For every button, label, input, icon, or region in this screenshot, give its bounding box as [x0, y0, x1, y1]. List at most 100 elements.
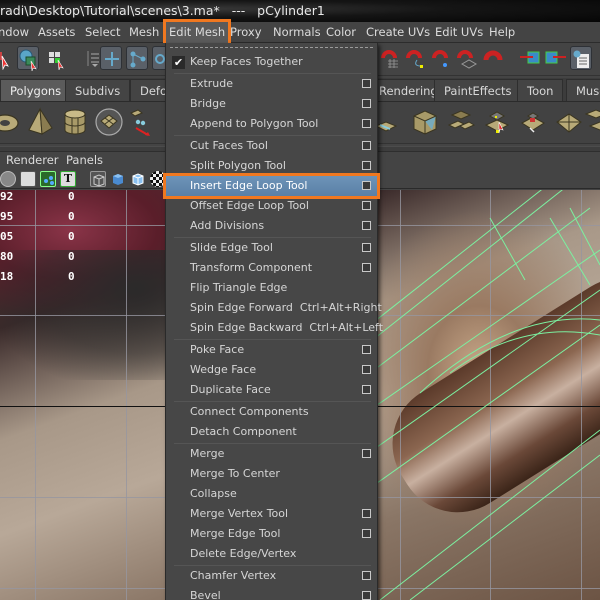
menu-item-offset-edge-loop-tool[interactable]: Offset Edge Loop Tool — [166, 196, 377, 216]
grid-toggle-icon[interactable] — [40, 171, 56, 187]
menu-select[interactable]: Select — [85, 22, 120, 43]
poly-pyramid-icon[interactable] — [25, 106, 55, 138]
menu-item-chamfer-vertex[interactable]: Chamfer Vertex — [166, 566, 377, 586]
menu-window[interactable]: ndow — [0, 22, 29, 43]
option-box-icon[interactable] — [362, 99, 371, 108]
menu-item-duplicate-face[interactable]: Duplicate Face — [166, 380, 377, 400]
menu-item-bridge[interactable]: Bridge — [166, 94, 377, 114]
option-box-icon[interactable] — [362, 449, 371, 458]
menu-item-collapse[interactable]: Collapse — [166, 484, 377, 504]
tab-polygons[interactable]: Polygons — [0, 79, 72, 101]
menu-item-merge-vertex-tool[interactable]: Merge Vertex Tool — [166, 504, 377, 524]
option-box-icon[interactable] — [362, 509, 371, 518]
option-box-icon[interactable] — [362, 263, 371, 272]
menu-item-spin-edge-backward[interactable]: Spin Edge Backward Ctrl+Alt+Left — [166, 318, 383, 338]
select-by-object-icon[interactable] — [17, 46, 39, 72]
menu-item-wedge-face[interactable]: Wedge Face — [166, 360, 377, 380]
magnet-grid-icon[interactable] — [380, 46, 402, 70]
menu-help[interactable]: Help — [489, 22, 515, 43]
magnet-point-icon[interactable] — [431, 46, 453, 70]
menu-item-detach-component[interactable]: Detach Component — [166, 422, 377, 442]
menu-item-add-divisions[interactable]: Add Divisions — [166, 216, 377, 236]
window-title: radi\Desktop\Tutorial\scenes\3.ma* --- p… — [0, 0, 600, 22]
poly-plane-icon[interactable] — [94, 106, 124, 138]
menu-item-connect-components[interactable]: Connect Components — [166, 402, 377, 422]
textured-icon[interactable] — [150, 171, 166, 187]
snap-move-icon[interactable] — [100, 46, 122, 70]
menu-tearoff[interactable] — [170, 47, 373, 48]
tab-toon[interactable]: Toon — [517, 79, 564, 101]
resolution-gate-icon[interactable]: T — [60, 171, 76, 187]
menu-item-poke-face[interactable]: Poke Face — [166, 340, 377, 360]
option-box-icon[interactable] — [362, 161, 371, 170]
menu-edit-mesh[interactable]: Edit Mesh — [162, 19, 232, 46]
magnet-curve-icon[interactable] — [405, 46, 427, 70]
menu-proxy[interactable]: Proxy — [230, 22, 262, 43]
separate-icon[interactable] — [128, 106, 158, 138]
menu-item-keep-faces-together[interactable]: ✔ Keep Faces Together — [166, 52, 377, 72]
menu-item-delete-edge-vertex[interactable]: Delete Edge/Vertex — [166, 544, 377, 564]
tab-subdivs[interactable]: Subdivs — [65, 79, 131, 101]
poly-cube-face-icon[interactable] — [410, 106, 440, 138]
option-box-icon[interactable] — [362, 571, 371, 580]
menu-item-merge[interactable]: Merge — [166, 444, 377, 464]
tab-muscle[interactable]: Musc — [566, 79, 600, 101]
checkmark-icon[interactable]: ✔ — [172, 56, 185, 69]
menu-color[interactable]: Color — [326, 22, 356, 43]
menu-item-append-to-polygon-tool[interactable]: Append to Polygon Tool — [166, 114, 377, 134]
menu-item-cut-faces-tool[interactable]: Cut Faces Tool — [166, 136, 377, 156]
menu-normals[interactable]: Normals — [273, 22, 321, 43]
make-live-icon[interactable] — [483, 46, 505, 70]
option-box-icon[interactable] — [362, 79, 371, 88]
option-box-icon[interactable] — [362, 119, 371, 128]
menu-assets[interactable]: Assets — [38, 22, 75, 43]
option-box-icon[interactable] — [362, 221, 371, 230]
render-history-icon[interactable] — [570, 46, 592, 70]
extract-icon[interactable] — [374, 106, 404, 138]
menu-create-uvs[interactable]: Create UVs — [366, 22, 430, 43]
menu-item-slide-edge-tool[interactable]: Slide Edge Tool — [166, 238, 377, 258]
input-ops-icon[interactable] — [520, 46, 542, 70]
combine-icon[interactable] — [584, 106, 600, 138]
select-by-component-icon[interactable] — [45, 46, 67, 71]
option-box-icon[interactable] — [362, 201, 371, 210]
option-box-icon[interactable] — [362, 591, 371, 600]
panel-menu-renderer[interactable]: Renderer — [6, 152, 59, 169]
option-box-icon[interactable] — [362, 181, 371, 190]
wireframe-on-shaded-icon[interactable] — [130, 171, 146, 187]
select-by-hierarchy-icon[interactable] — [0, 46, 14, 71]
option-box-icon[interactable] — [362, 243, 371, 252]
option-box-icon[interactable] — [362, 365, 371, 374]
insert-edge-loop-icon[interactable] — [482, 106, 512, 138]
tab-painteffects[interactable]: PaintEffects — [434, 79, 522, 101]
triangulate-icon[interactable] — [554, 106, 584, 138]
option-box-icon[interactable] — [362, 529, 371, 538]
lock-icon[interactable] — [79, 46, 101, 70]
menu-item-flip-triangle-edge[interactable]: Flip Triangle Edge — [166, 278, 377, 298]
menu-item-extrude[interactable]: Extrude — [166, 74, 377, 94]
smooth-shading-icon[interactable] — [110, 171, 126, 187]
camera-attributes-icon[interactable] — [0, 171, 16, 187]
option-box-icon[interactable] — [362, 345, 371, 354]
menu-item-bevel[interactable]: Bevel — [166, 586, 377, 600]
panel-menu-panels[interactable]: Panels — [66, 152, 103, 169]
menu-edit-uvs[interactable]: Edit UVs — [435, 22, 483, 43]
poly-torus-icon[interactable] — [0, 106, 20, 138]
menu-item-merge-edge-tool[interactable]: Merge Edge Tool — [166, 524, 377, 544]
image-plane-icon[interactable] — [20, 171, 36, 187]
output-ops-icon[interactable] — [544, 46, 566, 70]
menu-item-spin-edge-forward[interactable]: Spin Edge Forward Ctrl+Alt+Right — [166, 298, 382, 318]
wireframe-shading-icon[interactable] — [90, 171, 106, 187]
wedge-face-icon[interactable] — [518, 106, 548, 138]
menu-item-split-polygon-tool[interactable]: Split Polygon Tool — [166, 156, 377, 176]
poly-cylinder-icon[interactable] — [60, 106, 90, 138]
menu-item-transform-component[interactable]: Transform Component — [166, 258, 377, 278]
poly-split-icon[interactable] — [446, 106, 476, 138]
menu-item-insert-edge-loop-tool[interactable]: Insert Edge Loop Tool — [163, 173, 380, 199]
snap-to-curve-icon[interactable] — [126, 46, 148, 70]
magnet-plane-icon[interactable] — [456, 46, 478, 70]
option-box-icon[interactable] — [362, 141, 371, 150]
option-box-icon[interactable] — [362, 385, 371, 394]
menu-item-merge-to-center[interactable]: Merge To Center — [166, 464, 377, 484]
menu-mesh[interactable]: Mesh — [129, 22, 159, 43]
